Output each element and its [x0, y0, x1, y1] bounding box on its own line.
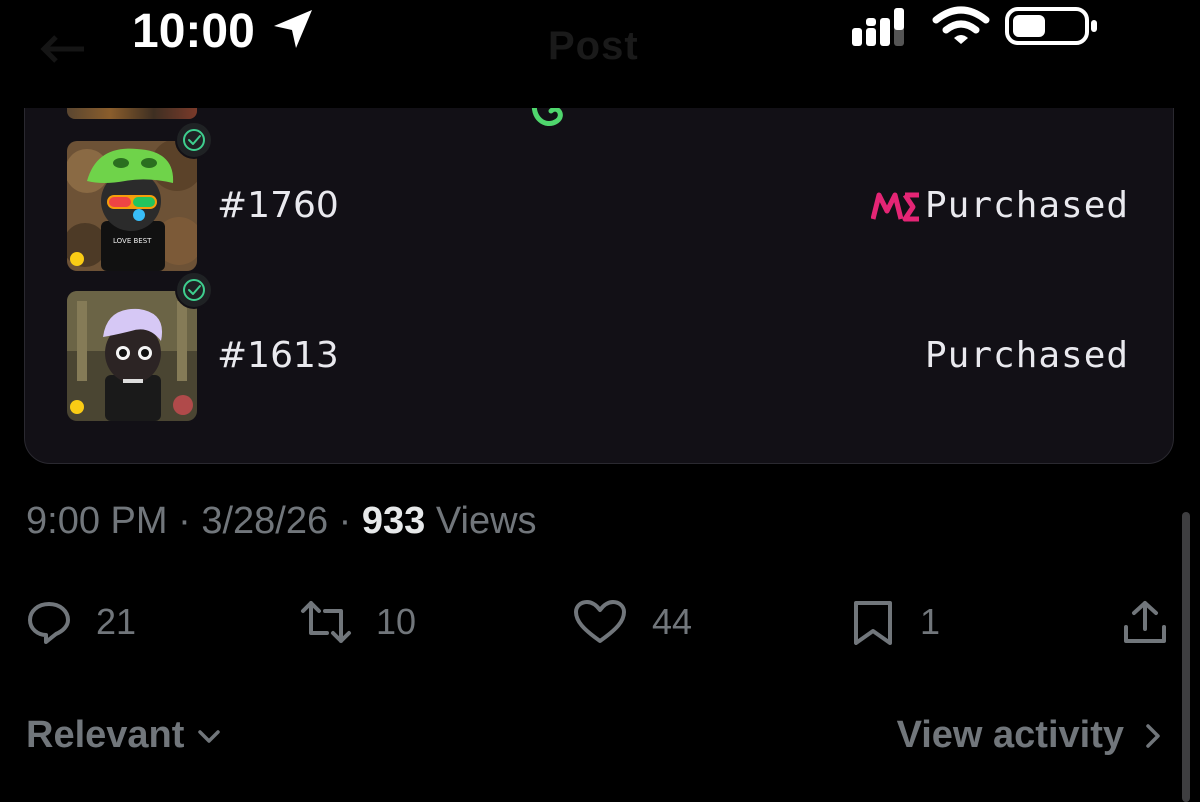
- scrollbar[interactable]: [1182, 512, 1190, 802]
- bookmark-button[interactable]: 1: [850, 594, 940, 650]
- verified-check-icon: [175, 271, 213, 309]
- post-meta: 9:00 PM · 3/28/26 · 933 Views: [26, 500, 537, 543]
- share-button[interactable]: [1122, 594, 1168, 650]
- back-arrow-icon[interactable]: [40, 34, 86, 64]
- header-title: Post: [548, 24, 639, 68]
- token-id: #1760: [217, 185, 339, 226]
- sort-replies-dropdown[interactable]: Relevant: [26, 714, 224, 757]
- bookmark-icon: [854, 601, 892, 645]
- post-time: 9:00 PM: [26, 500, 168, 542]
- chevron-down-icon: [198, 729, 221, 743]
- cellular-signal-icon: [852, 8, 904, 46]
- status-time: 10:00: [132, 5, 255, 58]
- heart-icon: [574, 600, 626, 643]
- status-bar: Post 10:00: [0, 0, 1200, 108]
- chevron-right-icon: [1146, 723, 1160, 748]
- nft-thumbnail-1613[interactable]: [67, 291, 197, 421]
- battery-icon: [1005, 7, 1097, 45]
- magic-eden-logo: [871, 192, 919, 222]
- bookmark-count: 1: [920, 601, 941, 642]
- nft-thumbnail-1760[interactable]: LOVE BEST: [67, 141, 197, 271]
- svg-text:LOVE BEST: LOVE BEST: [113, 237, 152, 245]
- nft-activity-card[interactable]: LOVE BEST #1760 Purchased #1613 Purchase…: [24, 60, 1174, 464]
- token-id: #1613: [217, 335, 339, 376]
- view-activity-label: View activity: [896, 714, 1124, 756]
- reply-icon: [28, 602, 70, 644]
- view-activity-link[interactable]: View activity: [897, 714, 1168, 757]
- wifi-icon: [932, 6, 990, 44]
- purchase-status: Purchased: [925, 185, 1130, 226]
- reply-button[interactable]: 21: [26, 594, 136, 650]
- meta-separator: ·: [167, 500, 202, 542]
- share-icon: [1124, 601, 1166, 643]
- purchase-status: Purchased: [925, 335, 1130, 376]
- like-button[interactable]: 44: [572, 594, 692, 650]
- meta-separator: ·: [328, 500, 362, 542]
- location-arrow-icon: [274, 10, 312, 48]
- views-count[interactable]: 933: [362, 500, 425, 542]
- like-count: 44: [652, 601, 693, 642]
- reply-count: 21: [96, 601, 137, 642]
- post-detail-screen: LOVE BEST #1760 Purchased #1613 Purchase…: [0, 0, 1200, 802]
- verified-check-icon: [175, 121, 213, 159]
- post-date: 3/28/26: [201, 500, 329, 542]
- sort-label: Relevant: [26, 714, 185, 756]
- repost-icon: [301, 601, 351, 643]
- views-label[interactable]: Views: [425, 500, 537, 542]
- repost-button[interactable]: 10: [298, 594, 416, 650]
- repost-count: 10: [376, 601, 417, 642]
